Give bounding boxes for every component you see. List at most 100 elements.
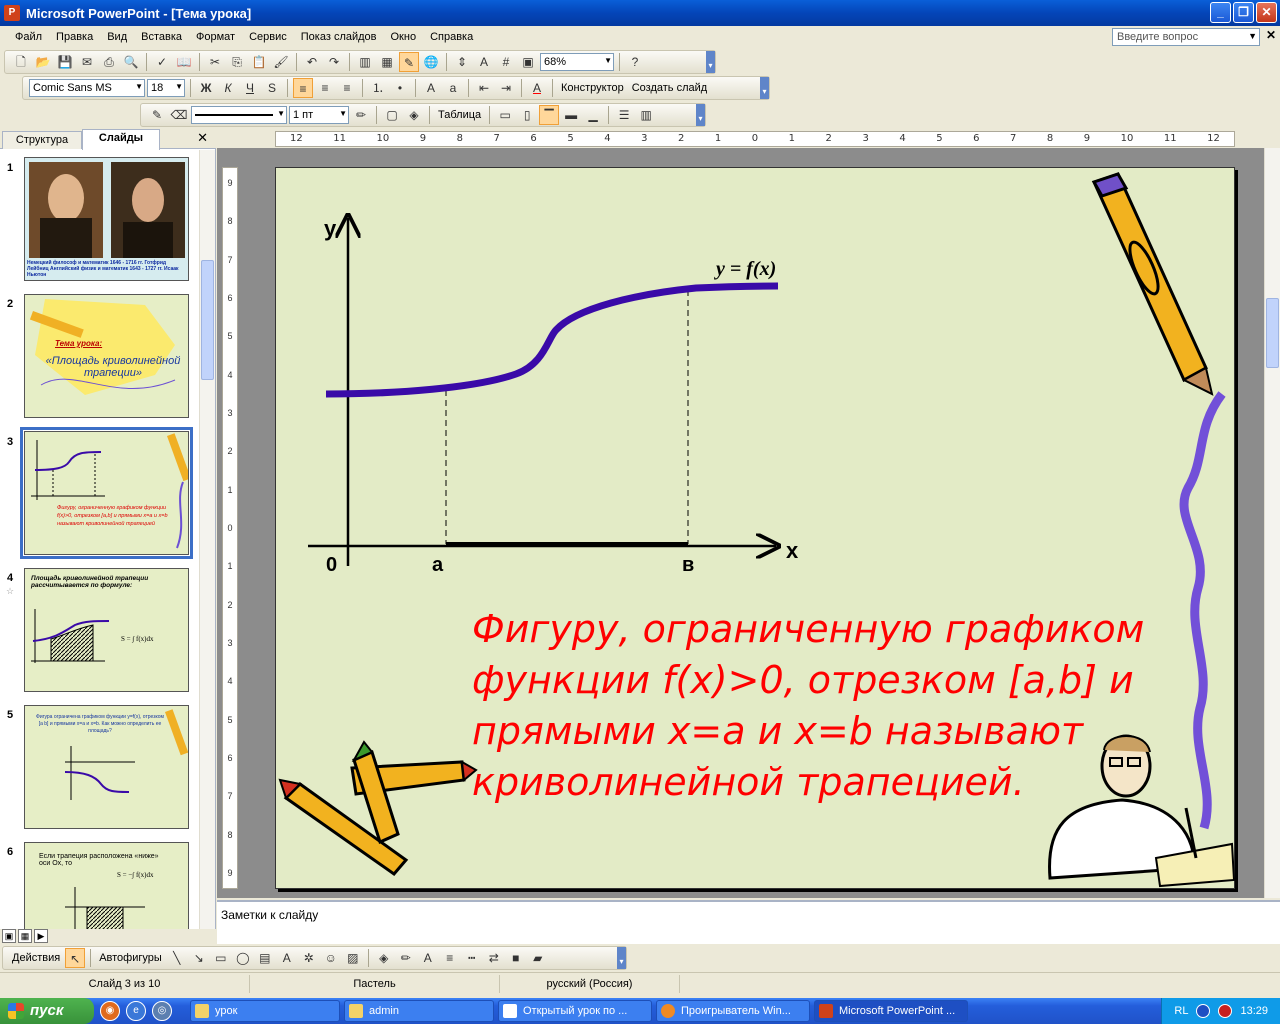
research-icon[interactable]: 📖 <box>174 52 194 72</box>
align-middle-icon[interactable]: ▬ <box>561 105 581 125</box>
slide-scrollbar[interactable] <box>1264 148 1280 898</box>
paste-icon[interactable]: 📋 <box>249 52 269 72</box>
rectangle-icon[interactable]: ▭ <box>211 948 231 968</box>
chart-icon[interactable]: ▥ <box>355 52 375 72</box>
increase-indent-icon[interactable]: ⇥ <box>496 78 516 98</box>
tables-borders-icon[interactable]: ✎ <box>399 52 419 72</box>
wordart-icon[interactable]: A <box>277 948 297 968</box>
zoom-select[interactable]: 68% ▼ <box>540 53 614 71</box>
3d-style-icon[interactable]: ▰ <box>528 948 548 968</box>
help-icon[interactable]: ? <box>625 52 645 72</box>
menu-format[interactable]: Формат <box>189 26 242 48</box>
dash-style-icon[interactable]: ┅ <box>462 948 482 968</box>
quicklaunch-icon[interactable]: ◎ <box>152 1001 172 1021</box>
scroll-thumb[interactable] <box>201 260 214 380</box>
fill-color-icon[interactable]: ◈ <box>404 105 424 125</box>
line-style-icon[interactable]: ≡ <box>440 948 460 968</box>
bullets-icon[interactable]: • <box>390 78 410 98</box>
distribute-columns-icon[interactable]: ▥ <box>636 105 656 125</box>
line-color-icon[interactable]: ✏ <box>396 948 416 968</box>
tab-slides[interactable]: Слайды <box>82 129 160 150</box>
slide-thumb-4[interactable]: Площадь криволинейной трапеции рассчитыв… <box>24 568 189 692</box>
show-formatting-icon[interactable]: A <box>474 52 494 72</box>
expand-all-icon[interactable]: ⇕ <box>452 52 472 72</box>
font-size-select[interactable]: 18 ▼ <box>147 79 185 97</box>
slide-thumb-1[interactable]: Немецкий философ и математик 1646 - 1716… <box>24 157 189 281</box>
split-cells-icon[interactable]: ▯ <box>517 105 537 125</box>
color-grayscale-icon[interactable]: ▣ <box>518 52 538 72</box>
fill-bucket-icon[interactable]: ◈ <box>374 948 394 968</box>
diagram-icon[interactable]: ✲ <box>299 948 319 968</box>
powerpoint-app-icon[interactable]: P <box>4 5 20 21</box>
distribute-rows-icon[interactable]: ☰ <box>614 105 634 125</box>
ask-question-box[interactable]: Введите вопрос ▼ <box>1112 28 1260 46</box>
current-slide[interactable]: у х 0 а в y = f(x) Фигуру, ограниченную … <box>275 167 1236 889</box>
copy-icon[interactable]: ⎘ <box>227 52 247 72</box>
redo-icon[interactable]: ↷ <box>324 52 344 72</box>
align-top-icon[interactable]: ▔ <box>539 105 560 125</box>
table-icon[interactable]: ▦ <box>377 52 397 72</box>
start-button[interactable]: пуск <box>0 998 94 1024</box>
menu-window[interactable]: Окно <box>384 26 424 48</box>
normal-view-icon[interactable]: ▣ <box>2 929 16 943</box>
draw-table-icon[interactable]: ✎ <box>147 105 167 125</box>
close-pane-icon[interactable]: ✕ <box>197 130 208 146</box>
autoshapes-menu[interactable]: Автофигуры <box>96 952 165 964</box>
grid-icon[interactable]: # <box>496 52 516 72</box>
align-center-icon[interactable]: ≡ <box>315 78 335 98</box>
underline-icon[interactable]: Ч <box>240 78 260 98</box>
increase-font-icon[interactable]: A <box>421 78 441 98</box>
tab-outline[interactable]: Структура <box>2 131 82 149</box>
select-arrow-icon[interactable]: ↖ <box>65 948 86 968</box>
menu-help[interactable]: Справка <box>423 26 480 48</box>
align-left-icon[interactable]: ≡ <box>293 78 313 98</box>
new-slide-button[interactable]: Создать слайд <box>629 82 710 94</box>
pane-scrollbar[interactable] <box>199 150 215 929</box>
arrow-style-icon[interactable]: ⇄ <box>484 948 504 968</box>
slideshow-icon[interactable]: ▶ <box>34 929 48 943</box>
format-painter-icon[interactable]: 🖌 <box>271 52 291 72</box>
merge-cells-icon[interactable]: ▭ <box>495 105 515 125</box>
task-powerpoint[interactable]: Microsoft PowerPoint ... <box>814 1000 968 1022</box>
oval-icon[interactable]: ◯ <box>233 948 253 968</box>
border-width-select[interactable]: 1 пт ▼ <box>289 106 349 124</box>
font-color-icon[interactable]: A <box>527 78 547 98</box>
slide-thumb-5[interactable]: Фигура ограничена графиком функции y=f(x… <box>24 705 189 829</box>
slide-sorter-icon[interactable]: ▦ <box>18 929 32 943</box>
toolbar-options-icon[interactable]: ▾ <box>760 77 769 99</box>
slide-thumb-3[interactable]: Фигуру, ограниченную графиком функции f(… <box>20 427 193 559</box>
bold-icon[interactable]: Ж <box>196 78 216 98</box>
align-right-icon[interactable]: ≡ <box>337 78 357 98</box>
arrow-icon[interactable]: ↘ <box>189 948 209 968</box>
toolbar-options-icon[interactable]: ▾ <box>617 947 626 969</box>
antivirus-icon[interactable] <box>1218 1004 1233 1018</box>
picture-icon[interactable]: ▨ <box>343 948 363 968</box>
task-word-doc[interactable]: Открытый урок по ... <box>498 1000 652 1022</box>
scroll-thumb[interactable] <box>1266 298 1279 368</box>
notes-pane[interactable]: Заметки к слайду <box>217 900 1280 944</box>
close-document-icon[interactable]: ✕ <box>1266 28 1276 42</box>
spelling-icon[interactable]: ✓ <box>152 52 172 72</box>
actions-menu[interactable]: Действия <box>9 952 63 964</box>
open-icon[interactable]: 📂 <box>33 52 53 72</box>
definition-text[interactable]: Фигуру, ограниченную графиком функции f(… <box>472 604 1212 808</box>
clipart-icon[interactable]: ☺ <box>321 948 341 968</box>
language-indicator[interactable]: RL <box>1174 1005 1188 1017</box>
permission-icon[interactable]: ✉ <box>77 52 97 72</box>
new-icon[interactable]: 🗋 <box>11 52 31 72</box>
shadow-icon[interactable]: S <box>262 78 282 98</box>
task-media-player[interactable]: Проигрыватель Win... <box>656 1000 810 1022</box>
menu-file[interactable]: Файл <box>8 26 49 48</box>
design-button[interactable]: Конструктор <box>558 82 627 94</box>
toolbar-options-icon[interactable]: ▾ <box>706 51 715 73</box>
textbox-icon[interactable]: ▤ <box>255 948 275 968</box>
horizontal-ruler[interactable]: 12 11 10 9 8 7 6 5 4 3 2 1 0 1 2 3 4 5 6 7 8 9 10 11 12 <box>275 131 1235 147</box>
firefox-icon[interactable]: ◉ <box>100 1001 120 1021</box>
slide-thumb-2[interactable]: Тема урока: «Площадь криволинейной трапе… <box>24 294 189 418</box>
menu-edit[interactable]: Правка <box>49 26 100 48</box>
font-select[interactable]: Comic Sans MS ▼ <box>29 79 145 97</box>
line-icon[interactable]: ╲ <box>167 948 187 968</box>
print-icon[interactable]: ⎙ <box>99 52 119 72</box>
borders-icon[interactable]: ▢ <box>382 105 402 125</box>
menu-view[interactable]: Вид <box>100 26 134 48</box>
